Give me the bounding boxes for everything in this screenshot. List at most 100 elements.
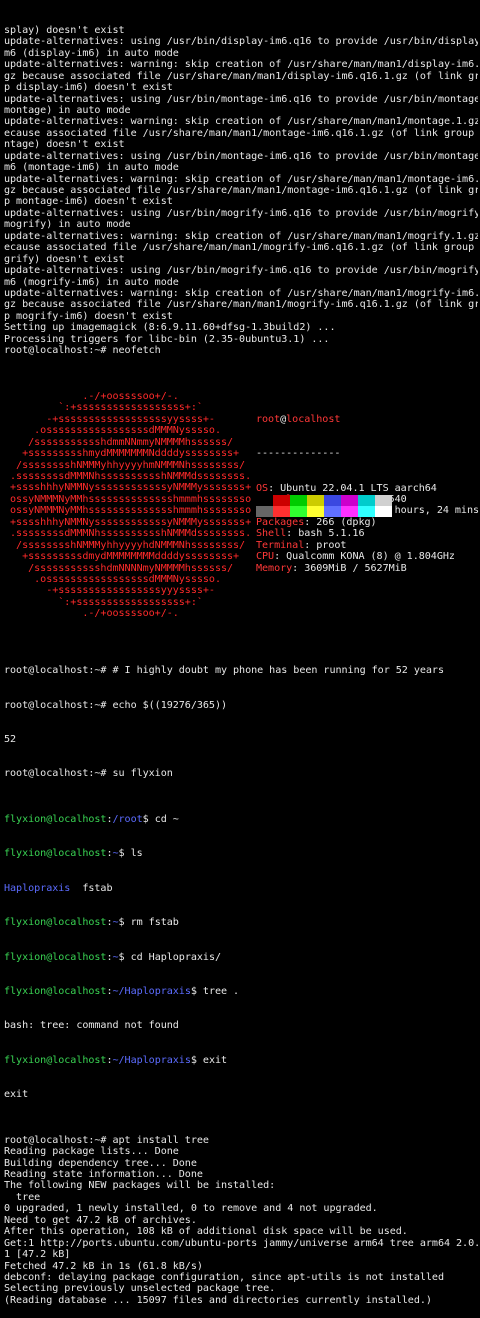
palette-row-bright (256, 505, 392, 517)
neofetch-info: root@localhost -------------- OS: Ubuntu… (256, 391, 479, 597)
output-line: ntage) doesn't exist (4, 139, 125, 151)
output-line: 0 upgraded, 1 newly installed, 0 to remo… (4, 1203, 378, 1215)
output-line: p display-im6) doesn't exist (4, 82, 173, 94)
output-line: Building dependency tree... Done (4, 1157, 197, 1169)
output-line: root@localhost:~# neofetch (4, 345, 161, 357)
info-value: : bash 5.1.16 (286, 528, 365, 540)
info-value: : Qualcomm KONA (8) @ 1.804GHz (274, 551, 455, 563)
neofetch-host: localhost (286, 413, 341, 425)
output-line: Selecting previously unselected package … (4, 1283, 276, 1295)
info-field: Terminal: proot (256, 540, 479, 551)
output-line: debconf: delaying package configuration,… (4, 1271, 444, 1283)
output-line: Need to get 47.2 kB of archives. (4, 1214, 197, 1226)
output-line: update-alternatives: warning: skip creat… (4, 116, 478, 128)
cmd-su: root@localhost:~# su flyxion (4, 768, 173, 780)
info-field: Shell: bash 5.1.16 (256, 528, 479, 539)
color-swatch (375, 494, 392, 506)
info-field: Memory: 3609MiB / 5627MiB (256, 563, 479, 574)
output-line: splay) doesn't exist (4, 24, 125, 36)
output-line: ecause associated file /usr/share/man/ma… (4, 127, 478, 139)
logo-line: -+ssssssssssssssssssyyssss+- (4, 413, 215, 425)
info-key: Shell (256, 528, 287, 540)
output-line: ecause associated file /usr/share/man/ma… (4, 242, 478, 254)
logo-line: `:+ssssssssssssssssss+:` (4, 596, 203, 608)
color-palette (256, 494, 392, 517)
logo-line: /ssssssssssshdmNNNNmyNMMMMhssssss/ (4, 562, 234, 574)
terminal-output[interactable]: splay) doesn't exist update-alternatives:… (4, 2, 479, 1318)
info-key: Memory (256, 562, 293, 574)
logo-line: +sssssssssdmydMMMMMMMMddddyssssssss+ (4, 551, 240, 563)
logo-line: .ssssssssdMMMNhsssssssssshNMMMdssssssss. (4, 528, 252, 540)
prompt-line: flyxion@localhost:~/Haplopraxis$ tree . (4, 985, 240, 997)
output-line: Setting up imagemagick (8:6.9.11.60+dfsg… (4, 322, 336, 334)
color-swatch (290, 505, 307, 517)
logo-line: -+sssssssssssssssssyyyssss+- (4, 585, 215, 597)
output-line: gz because associated file /usr/share/ma… (4, 185, 478, 197)
logo-line: +sssshhhyNMMNyssssssssssssyNMMMysssssss+ (4, 482, 252, 494)
apt-install-output: root@localhost:~# apt install tree Readin… (4, 1135, 478, 1307)
logo-line: /ssssssssssshdmmNNmmyNMMMMhssssss/ (4, 436, 234, 448)
output-line: montage) in auto mode (4, 104, 131, 116)
color-swatch (290, 494, 307, 506)
color-swatch (256, 494, 273, 506)
neofetch-user: root (256, 413, 281, 425)
color-swatch (358, 494, 375, 506)
error-line: bash: tree: command not found (4, 1020, 179, 1032)
color-swatch (375, 505, 392, 517)
output-line: update-alternatives: using /usr/bin/mogr… (4, 265, 478, 277)
logo-line: `:+ssssssssssssssssss+:` (4, 402, 203, 414)
neofetch-separator: -------------- (256, 448, 341, 460)
output-line: grify) doesn't exist (4, 253, 125, 265)
output-line: update-alternatives: using /usr/bin/disp… (4, 36, 478, 48)
info-key: Packages (256, 516, 305, 528)
logo-line: ossyNMMMNyMMhsssssssssssssshmmmhssssssso (4, 493, 252, 505)
echo-result: 52 (4, 734, 17, 745)
prompt-line: flyxion@localhost:/root$ cd ~ (4, 814, 179, 826)
logo-line: +ssssssssshmydMMMMMMMNddddyssssssss+ (4, 448, 240, 460)
logo-line: +sssshhhyNMMNyssssssssssssyNMMMysssssss+ (4, 516, 252, 528)
output-line: The following NEW packages will be insta… (4, 1180, 276, 1192)
palette-row-normal (256, 494, 392, 506)
output-line: update-alternatives: using /usr/bin/mogr… (4, 207, 478, 219)
output-line: p montage-im6) doesn't exist (4, 196, 173, 208)
output-line: Fetched 47.2 kB in 1s (61.8 kB/s) (4, 1260, 203, 1272)
logo-line: .osssssssssssssssssdMMMNysssso. (4, 425, 221, 437)
output-line: m6 (display-im6) in auto mode (4, 47, 179, 59)
output-line: After this operation, 108 kB of addition… (4, 1226, 408, 1238)
output-line: tree (4, 1191, 41, 1203)
output-line: gz because associated file /usr/share/ma… (4, 70, 478, 82)
output-line: update-alternatives: warning: skip creat… (4, 230, 478, 242)
info-value: : proot (304, 539, 347, 551)
prompt-line: flyxion@localhost:~$ cd Haplopraxis/ (4, 951, 221, 963)
info-field: Packages: 266 (dpkg) (256, 517, 479, 528)
color-swatch (324, 494, 341, 506)
logo-line: .-/+oossssoo+/-. (4, 390, 179, 402)
color-swatch (341, 505, 358, 517)
ubuntu-ascii-logo: .-/+oossssoo+/-. `:+ssssssssssssssssss+:… (4, 391, 254, 620)
output-line: update-alternatives: warning: skip creat… (4, 287, 478, 299)
logo-line: .-/+oossssoo+/-. (4, 608, 179, 620)
output-line: update-alternatives: using /usr/bin/mont… (4, 93, 478, 105)
color-swatch (273, 505, 290, 517)
cmd-echo: root@localhost:~# echo $((19276/365)) (4, 699, 227, 711)
output-line: Get:1 http://ports.ubuntu.com/ubuntu-por… (4, 1237, 478, 1249)
output-line: update-alternatives: using /usr/bin/mont… (4, 150, 478, 162)
output-line: m6 (montage-im6) in auto mode (4, 162, 179, 174)
prompt-line: flyxion@localhost:~$ ls (4, 848, 143, 860)
logo-line: .osssssssssssssssssdMMMNysssso. (4, 573, 221, 585)
info-value: : 266 (dpkg) (304, 516, 377, 528)
output-line: Reading state information... Done (4, 1169, 203, 1180)
file-name: fstab (70, 882, 113, 894)
output-line: gz because associated file /usr/share/ma… (4, 299, 478, 311)
output-line: Reading package lists... Done (4, 1146, 179, 1158)
color-swatch (358, 505, 375, 517)
ls-output: Haplopraxis fstab (4, 883, 478, 894)
output-line: m6 (mogrify-im6) in auto mode (4, 276, 179, 288)
output-line: update-alternatives: warning: skip creat… (4, 173, 478, 185)
output-line: root@localhost:~# apt install tree (4, 1134, 209, 1146)
output-line: p mogrify-im6) doesn't exist (4, 310, 173, 322)
color-swatch (341, 494, 358, 506)
cmd-comment: root@localhost:~# # I highly doubt my ph… (4, 665, 444, 677)
color-swatch (324, 505, 341, 517)
logo-line: /sssssssshNMMMyhhyyyyhdNMMMNhssssssss/ (4, 539, 246, 551)
